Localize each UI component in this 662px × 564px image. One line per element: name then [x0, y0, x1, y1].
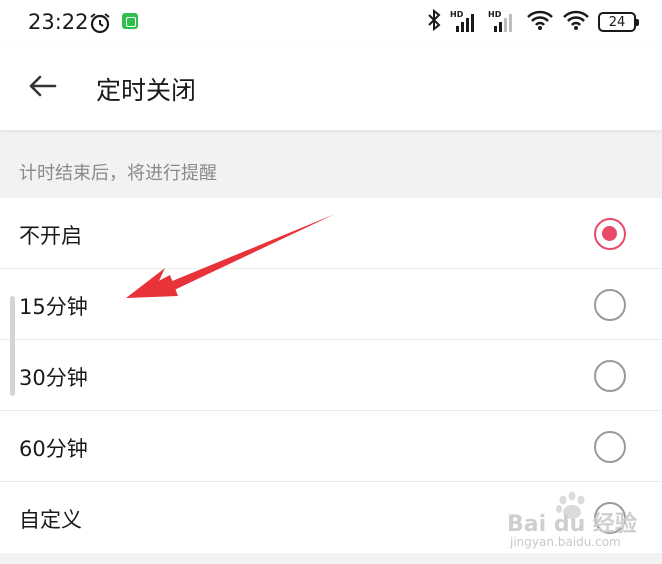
option-15-min[interactable]: 15分钟 — [0, 269, 662, 340]
section-hint: 计时结束后，将进行提醒 — [19, 163, 217, 184]
battery-icon: 24 — [598, 12, 639, 32]
app-header: 定时关闭 — [0, 46, 662, 130]
option-label: 30分钟 — [19, 366, 88, 390]
option-60-min[interactable]: 60分钟 — [0, 411, 662, 482]
page-title: 定时关闭 — [96, 76, 197, 105]
option-off[interactable]: 不开启 — [0, 198, 662, 269]
app-badge-icon — [122, 13, 138, 29]
radio-unchecked[interactable] — [594, 360, 626, 392]
option-label: 自定义 — [19, 508, 82, 532]
status-bar: 23:22 HD HD 24 — [0, 0, 662, 46]
radio-unchecked[interactable] — [594, 289, 626, 321]
option-30-min[interactable]: 30分钟 — [0, 340, 662, 411]
wifi-icon — [526, 9, 554, 35]
bluetooth-icon — [426, 8, 442, 36]
hd-signal-icon: HD — [488, 10, 518, 34]
alarm-clock-icon — [88, 11, 112, 39]
hd-signal-icon: HD — [450, 10, 480, 34]
radio-checked[interactable] — [594, 218, 626, 250]
status-time: 23:22 — [28, 10, 89, 34]
option-label: 不开启 — [19, 224, 82, 248]
watermark-url: jingyan.baidu.com — [510, 535, 621, 549]
battery-level: 24 — [608, 14, 626, 30]
option-label: 60分钟 — [19, 437, 88, 461]
arrow-left-icon — [27, 74, 57, 102]
back-button[interactable] — [22, 70, 62, 106]
option-label: 15分钟 — [19, 295, 88, 319]
wifi-icon — [562, 9, 590, 35]
scroll-indicator[interactable] — [10, 296, 15, 396]
status-icons: HD HD 24 — [426, 8, 639, 36]
radio-unchecked[interactable] — [594, 431, 626, 463]
watermark-brand: Bai du 经验 — [507, 512, 637, 537]
